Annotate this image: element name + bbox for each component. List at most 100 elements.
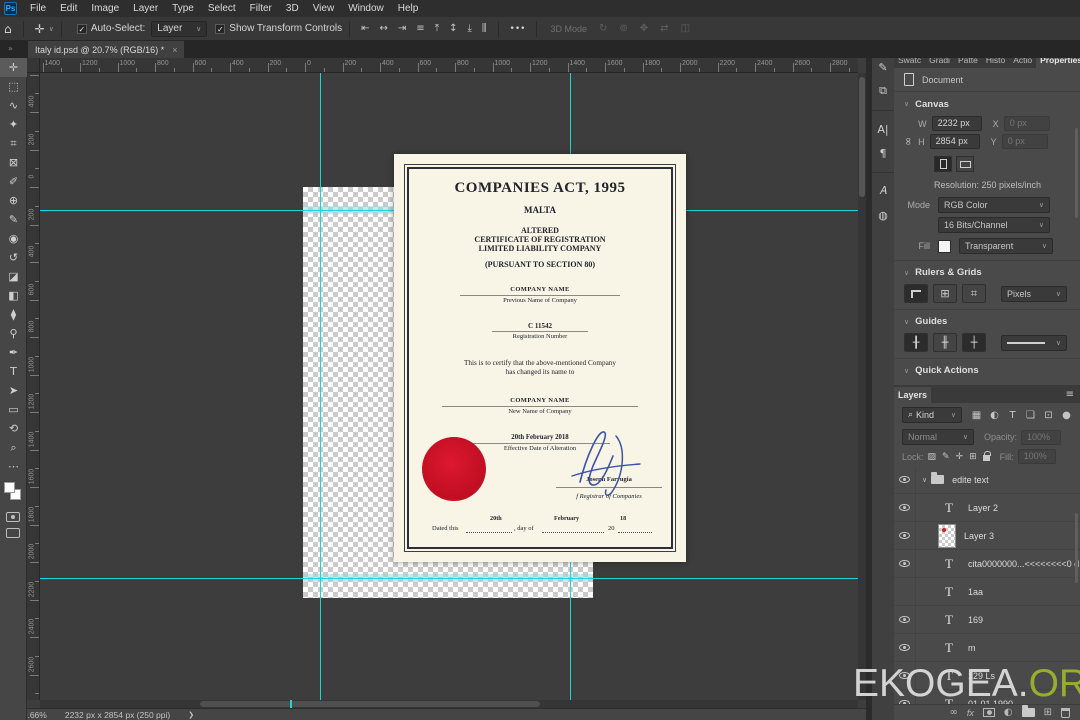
layer-filter-kind-dropdown[interactable]: ⌕ Kind ∨	[902, 407, 962, 423]
menu-filter[interactable]: Filter	[243, 1, 279, 16]
guide-style-dropdown[interactable]: ∨	[1001, 334, 1067, 351]
brush-tool[interactable]: ✎	[0, 210, 27, 229]
guides-section-header[interactable]: Guides	[915, 316, 947, 327]
toggle-guides-button[interactable]: ╂	[904, 333, 928, 352]
horizontal-ruler[interactable]: 1400 1200 1000 800 600 400 200 0 200 400 600 800 100…	[40, 58, 858, 73]
align-left-edges-icon[interactable]: ⇤	[361, 23, 369, 34]
layer-visibility-cell[interactable]	[894, 549, 916, 578]
crop-tool[interactable]: ⌗	[0, 134, 27, 153]
blend-mode-dropdown[interactable]: Normal ∨	[902, 429, 974, 445]
collapse-toolbar-icon[interactable]: »	[8, 44, 13, 53]
fill-dropdown[interactable]: Transparent ∨	[959, 238, 1053, 254]
new-layer-icon[interactable]: ⊞	[1044, 707, 1052, 718]
section-chevron-icon[interactable]: ∨	[904, 269, 909, 277]
section-chevron-icon[interactable]: ∨	[904, 318, 909, 326]
landscape-orientation-button[interactable]	[956, 156, 974, 172]
quick-actions-section-header[interactable]: Quick Actions	[915, 365, 979, 376]
filter-pixel-layers-icon[interactable]: ▦	[969, 410, 984, 421]
align-top-edges-icon[interactable]: ⤒	[435, 23, 439, 34]
clone-source[interactable]: ⧉	[872, 79, 894, 103]
healing-brush-tool[interactable]: ⊕	[0, 191, 27, 210]
shape-tool[interactable]: ▭	[0, 400, 27, 419]
toggle-grid-button[interactable]: ⊞	[933, 284, 957, 303]
move-tool-icon[interactable]: ✛	[31, 22, 49, 36]
zoom-tool[interactable]: ⌕	[0, 438, 27, 457]
photoshop-logo-icon[interactable]: Ps	[4, 2, 17, 15]
menu-edit[interactable]: Edit	[53, 1, 84, 16]
distribute-horizontal-icon[interactable]: ≡	[416, 23, 424, 34]
lock-position-icon[interactable]: ✛	[956, 452, 964, 462]
fill-swatch[interactable]	[938, 239, 951, 253]
more-options-icon[interactable]: •••	[506, 24, 530, 34]
menu-3d[interactable]: 3D	[279, 1, 306, 16]
canvas-section-header[interactable]: Canvas	[915, 99, 949, 110]
vertical-ruler[interactable]: 6004002000200400600800100012001400160018…	[27, 73, 40, 700]
distribute-vertical-icon[interactable]: ⫼	[482, 23, 487, 34]
lasso-tool[interactable]: ∿	[0, 96, 27, 115]
auto-select-target-dropdown[interactable]: Layer ∨	[151, 20, 208, 37]
lock-guides-button[interactable]: ╫	[933, 333, 957, 352]
filter-smart-objects-icon[interactable]: ⊡	[1041, 410, 1056, 421]
properties-scrollbar[interactable]	[1075, 128, 1078, 218]
delete-layer-icon[interactable]	[1061, 707, 1070, 718]
paragraph-panel[interactable]: ¶	[872, 141, 894, 165]
marquee-tool[interactable]: ⬚	[0, 77, 27, 96]
canvas-viewport[interactable]: COMPANIES ACT, 1995 MALTA ALTERED CERTIF…	[40, 73, 858, 700]
path-selection-tool[interactable]: ➤	[0, 381, 27, 400]
layer-row[interactable]: Tcita0000000...<<<<<<<<0 d	[894, 549, 1080, 578]
lock-all-icon[interactable]	[982, 450, 991, 461]
menu-type[interactable]: Type	[165, 1, 201, 16]
group-chevron-icon[interactable]: ∨	[922, 476, 927, 484]
align-vertical-centers-icon[interactable]: ↕	[449, 23, 457, 34]
foreground-color-swatch[interactable]	[4, 482, 15, 493]
add-layer-mask-icon[interactable]	[982, 708, 995, 717]
quick-mask-icon[interactable]	[6, 512, 20, 522]
clone-stamp-tool[interactable]: ◉	[0, 229, 27, 248]
filter-shape-layers-icon[interactable]: ❏	[1023, 410, 1038, 421]
portrait-orientation-button[interactable]	[934, 156, 952, 172]
close-icon[interactable]: ×	[172, 45, 177, 55]
pen-tool[interactable]: ✒	[0, 343, 27, 362]
layer-visibility-cell[interactable]	[894, 465, 916, 494]
glyphs-panel[interactable]: 𝐴	[872, 179, 894, 203]
frame-tool[interactable]: ⊠	[0, 153, 27, 172]
eyedropper-tool[interactable]: ✐	[0, 172, 27, 191]
layers-scrollbar[interactable]	[1075, 513, 1078, 583]
filter-adjustment-layers-icon[interactable]: ◐	[987, 410, 1002, 421]
height-field[interactable]: 2854 px	[929, 134, 980, 149]
screen-mode-icon[interactable]	[6, 528, 20, 538]
horizontal-scrollbar-thumb[interactable]	[200, 701, 540, 707]
layer-row[interactable]: ∨ edite text	[894, 465, 1080, 494]
blur-tool[interactable]: ⧫	[0, 305, 27, 324]
layer-visibility-cell[interactable]	[894, 493, 916, 522]
link-layers-icon[interactable]: ∞	[950, 707, 958, 718]
opacity-field[interactable]: 100%	[1021, 429, 1062, 445]
show-transform-checkbox[interactable]: ✓	[215, 23, 226, 34]
layer-row[interactable]: Layer 3	[894, 521, 1080, 550]
move-tool[interactable]: ✛	[0, 58, 27, 77]
gradient-tool[interactable]: ◧	[0, 286, 27, 305]
layer-visibility-cell[interactable]	[894, 633, 916, 662]
guide-layout-button[interactable]: ┼	[962, 333, 986, 352]
menu-image[interactable]: Image	[84, 1, 126, 16]
layers-tab[interactable]: Layers	[894, 387, 932, 403]
adjustment-layer-icon[interactable]: ◐	[1004, 707, 1013, 718]
dodge-tool[interactable]: ⚲	[0, 324, 27, 343]
menu-view[interactable]: View	[306, 1, 342, 16]
vertical-scrollbar[interactable]	[858, 73, 866, 700]
layer-fill-field[interactable]: 100%	[1017, 449, 1056, 464]
width-field[interactable]: 2232 px	[931, 116, 982, 131]
ruler-units-dropdown[interactable]: Pixels ∨	[1001, 285, 1067, 302]
status-arrow-icon[interactable]: ❯	[188, 711, 194, 719]
3d-panel[interactable]: ◍	[872, 203, 894, 227]
menu-help[interactable]: Help	[391, 1, 426, 16]
menu-layer[interactable]: Layer	[126, 1, 165, 16]
rulers-grids-section-header[interactable]: Rulers & Grids	[915, 267, 982, 278]
toggle-pixel-grid-button[interactable]: ⌗	[962, 284, 986, 303]
lock-artboard-icon[interactable]: ⊞	[969, 452, 977, 462]
layer-visibility-cell[interactable]	[894, 605, 916, 634]
lock-image-pixels-icon[interactable]: ✎	[942, 452, 950, 462]
menu-file[interactable]: File	[23, 1, 53, 16]
object-selection-tool[interactable]: ✦	[0, 115, 27, 134]
layer-row[interactable]: T 169	[894, 605, 1080, 634]
